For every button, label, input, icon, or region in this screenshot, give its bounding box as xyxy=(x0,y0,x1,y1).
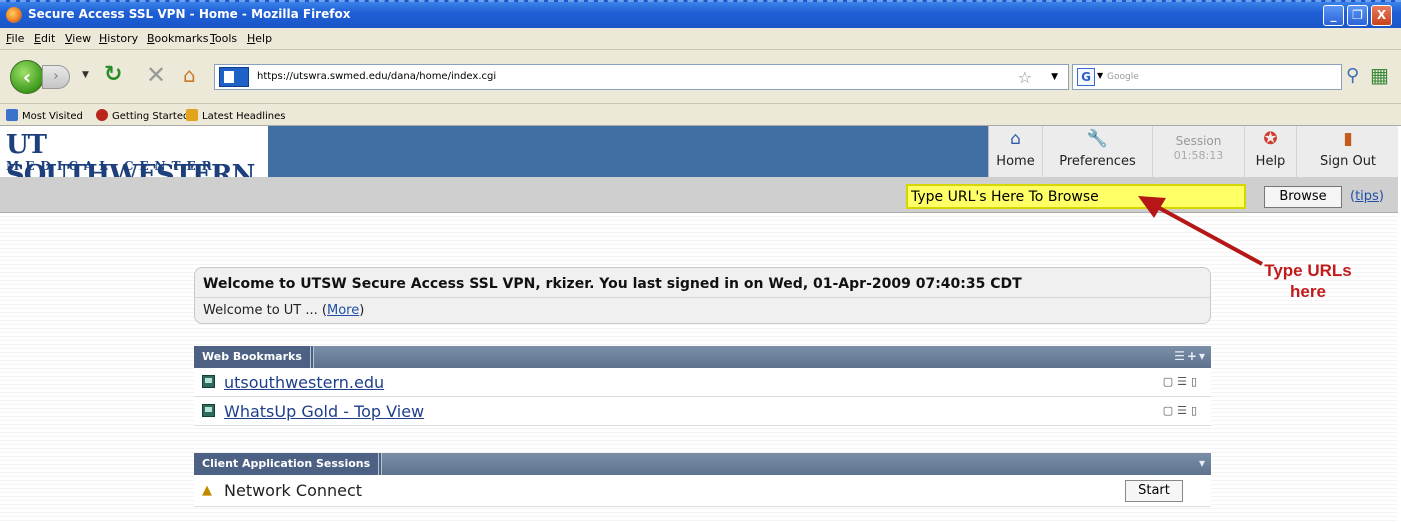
session-timer: Session 01:58:13 xyxy=(1153,126,1245,177)
bookmark-link[interactable]: utsouthwestern.edu xyxy=(224,373,384,392)
rss-feed-icon xyxy=(186,109,198,121)
bookmark-page-icon xyxy=(202,404,215,417)
client-app-row: ▲ Network Connect Start xyxy=(194,475,1211,507)
bookmark-link[interactable]: WhatsUp Gold - Top View xyxy=(224,402,424,421)
home-icon: ⌂ xyxy=(1010,129,1021,149)
client-app-name: Network Connect xyxy=(224,481,363,500)
forward-button[interactable]: › xyxy=(42,65,70,89)
menu-history[interactable]: History xyxy=(99,32,138,45)
client-apps-header: Client Application Sessions ▾ xyxy=(194,453,1211,475)
home-icon[interactable]: ⌂ xyxy=(183,63,205,87)
sign-out-link[interactable]: ▮ Sign Out xyxy=(1297,126,1399,177)
bookmark-star-icon[interactable]: ☆ xyxy=(1018,68,1032,87)
window-titlebar: Secure Access SSL VPN - Home - Mozilla F… xyxy=(0,0,1401,28)
preferences-link[interactable]: 🔧 Preferences xyxy=(1043,126,1153,177)
close-button[interactable]: X xyxy=(1371,5,1392,26)
site-identity-icon[interactable] xyxy=(219,67,249,87)
menu-help[interactable]: Help xyxy=(247,32,272,45)
annotation-text: Type URLs here xyxy=(1264,261,1352,301)
bookmark-actions[interactable]: ▢☰▯ xyxy=(1163,375,1201,388)
bookmark-folder-icon xyxy=(6,109,18,121)
site-toolbar: ⌂ Home 🔧 Preferences Session 01:58:13 ✪ … xyxy=(988,126,1398,177)
search-box[interactable]: G ▼ Google xyxy=(1072,64,1342,90)
client-apps-title: Client Application Sessions xyxy=(194,453,383,475)
back-button[interactable]: ‹ xyxy=(10,60,44,94)
search-placeholder: Google xyxy=(1107,72,1139,82)
search-magnifier-icon[interactable]: ⚲ xyxy=(1346,65,1359,86)
address-dropdown-icon[interactable]: ▼ xyxy=(1051,72,1058,82)
bookmark-getting-started[interactable]: Getting Started xyxy=(96,109,189,122)
navigation-toolbar: ‹ › ▼ ↻ ✕ ⌂ https://utswra.swmed.edu/dan… xyxy=(0,50,1401,104)
menu-bookmarks[interactable]: Bookmarks xyxy=(147,32,208,45)
maximize-button[interactable]: ❐ xyxy=(1347,5,1368,26)
history-dropdown-icon[interactable]: ▼ xyxy=(82,70,89,80)
welcome-message: Welcome to UTSW Secure Access SSL VPN, r… xyxy=(203,276,1022,292)
window-title: Secure Access SSL VPN - Home - Mozilla F… xyxy=(28,7,351,21)
welcome-divider xyxy=(195,297,1210,298)
web-bookmarks-title: Web Bookmarks xyxy=(194,346,314,368)
google-engine-icon[interactable]: G xyxy=(1077,68,1095,86)
door-icon: ▮ xyxy=(1343,129,1353,149)
home-link[interactable]: ⌂ Home xyxy=(989,126,1043,177)
lifebuoy-icon: ✪ xyxy=(1263,129,1278,149)
help-link[interactable]: ✪ Help xyxy=(1245,126,1297,177)
address-bar[interactable]: https://utswra.swmed.edu/dana/home/index… xyxy=(214,64,1069,90)
bookmark-latest-headlines[interactable]: Latest Headlines xyxy=(186,109,286,122)
address-url[interactable]: https://utswra.swmed.edu/dana/home/index… xyxy=(257,71,496,82)
wrench-icon: 🔧 xyxy=(1086,129,1109,149)
bookmark-row[interactable]: WhatsUp Gold - Top View ▢☰▯ xyxy=(194,397,1211,426)
menu-tools[interactable]: Tools xyxy=(210,32,237,45)
bookmarks-panel-controls[interactable]: ☰+▾ xyxy=(1174,349,1207,363)
ut-southwestern-logo[interactable]: UT SOUTHWESTERN MEDICAL CENTER xyxy=(0,126,268,190)
menu-view[interactable]: View xyxy=(65,32,91,45)
network-connect-icon: ▲ xyxy=(202,483,212,498)
menu-bar: File Edit View History Bookmarks Tools H… xyxy=(0,28,1401,50)
bookmarks-toolbar: Most Visited Getting Started Latest Head… xyxy=(0,104,1401,126)
tips-link[interactable]: (tips) xyxy=(1350,189,1384,204)
client-apps-controls[interactable]: ▾ xyxy=(1199,456,1207,470)
firefox-icon xyxy=(6,7,22,23)
more-link[interactable]: More xyxy=(327,303,359,318)
bookmark-page-icon xyxy=(202,375,215,388)
search-engine-dropdown-icon[interactable]: ▼ xyxy=(1097,71,1103,80)
firefox-bookmark-icon xyxy=(96,109,108,121)
minimize-button[interactable]: _ xyxy=(1323,5,1344,26)
logo-line2: MEDICAL CENTER xyxy=(6,159,218,173)
stop-icon[interactable]: ✕ xyxy=(146,61,166,89)
welcome-subtext: Welcome to UT ... (More) xyxy=(203,303,365,318)
bookmark-actions[interactable]: ▢☰▯ xyxy=(1163,404,1201,417)
start-button[interactable]: Start xyxy=(1125,480,1183,502)
menu-file[interactable]: File xyxy=(6,32,24,45)
welcome-box: Welcome to UTSW Secure Access SSL VPN, r… xyxy=(194,267,1211,324)
downloads-icon[interactable]: ▦ xyxy=(1370,63,1392,87)
bookmark-row[interactable]: utsouthwestern.edu ▢☰▯ xyxy=(194,368,1211,397)
reload-icon[interactable]: ↻ xyxy=(104,62,122,87)
bookmark-most-visited[interactable]: Most Visited xyxy=(6,109,83,122)
menu-edit[interactable]: Edit xyxy=(34,32,55,45)
web-bookmarks-header: Web Bookmarks ☰+▾ xyxy=(194,346,1211,368)
